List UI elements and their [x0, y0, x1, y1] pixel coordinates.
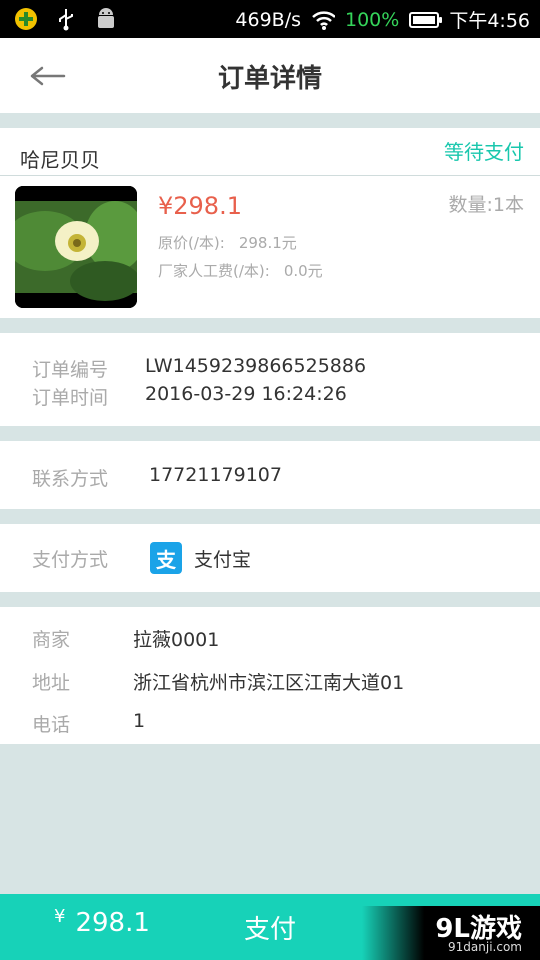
battery-percent: 100%	[345, 8, 400, 31]
divider	[0, 175, 540, 176]
order-number-label: 订单编号	[32, 359, 109, 381]
order-item-card: 哈尼贝贝 等待支付 ¥298.1 数量:1本 原价(/本): 298.1元 厂家人…	[0, 128, 540, 318]
merchant-name-value: 拉薇0001	[133, 629, 220, 651]
merchant-address-value: 浙江省杭州市滨江区江南大道01	[133, 672, 405, 694]
contact-label: 联系方式	[32, 468, 109, 490]
contact-card: 联系方式 17721179107	[0, 441, 540, 509]
total-value: 298.1	[75, 908, 150, 938]
currency-symbol: ¥	[54, 906, 66, 927]
order-number-row: 订单编号 LW1459239866525886	[32, 355, 366, 382]
labor-fee-row: 厂家人工费(/本): 0.0元	[158, 260, 323, 281]
order-info-card: 订单编号 LW1459239866525886 订单时间 2016-03-29 …	[0, 333, 540, 426]
pay-button[interactable]: 支付	[200, 894, 340, 960]
order-time-label: 订单时间	[32, 387, 109, 409]
merchant-phone-row: 电话 1	[32, 710, 145, 737]
total-amount: ¥298.1	[54, 906, 150, 938]
item-price: ¥298.1	[158, 192, 242, 220]
usb-icon	[54, 7, 78, 31]
network-speed: 469B/s	[235, 8, 301, 31]
labor-fee-value: 0.0元	[283, 262, 323, 280]
order-time-row: 订单时间 2016-03-29 16:24:26	[32, 383, 347, 410]
header: 订单详情	[0, 38, 540, 113]
order-time-value: 2016-03-29 16:24:26	[145, 383, 347, 405]
original-price-label: 原价(/本):	[158, 234, 225, 252]
order-status: 等待支付	[444, 140, 524, 164]
alipay-icon: 支	[150, 542, 182, 574]
labor-fee-label: 厂家人工费(/本):	[158, 262, 270, 280]
watermark: 9L游戏 91danji.com	[362, 906, 540, 960]
merchant-card: 商家 拉薇0001 地址 浙江省杭州市滨江区江南大道01 电话 1	[0, 607, 540, 744]
order-number-value: LW1459239866525886	[145, 355, 367, 377]
wifi-icon	[311, 8, 335, 32]
merchant-address-row: 地址 浙江省杭州市滨江区江南大道01	[32, 668, 404, 695]
original-price-row: 原价(/本): 298.1元	[158, 232, 297, 253]
clock: 下午4:56	[449, 10, 530, 32]
contact-value: 17721179107	[149, 464, 282, 486]
status-bar: 469B/s 100% 下午4:56	[0, 0, 540, 38]
battery-icon	[409, 11, 443, 28]
shop-name: 哈尼贝贝	[20, 148, 100, 172]
merchant-phone-value: 1	[133, 710, 146, 732]
item-quantity: 数量:1本	[448, 194, 525, 216]
app-notification-icon	[14, 7, 38, 31]
product-thumbnail[interactable]	[15, 186, 137, 308]
android-debug-icon	[94, 7, 118, 31]
merchant-phone-label: 电话	[32, 714, 71, 736]
watermark-url: 91danji.com	[448, 940, 522, 954]
merchant-address-label: 地址	[32, 672, 71, 694]
original-price-value: 298.1元	[238, 234, 297, 252]
payment-label: 支付方式	[32, 548, 109, 571]
contact-row: 联系方式 17721179107	[32, 464, 282, 491]
payment-method-card[interactable]: 支付方式 支 支付宝	[0, 524, 540, 592]
page-title: 订单详情	[217, 64, 322, 94]
payment-row: 支付方式 支 支付宝	[32, 542, 251, 574]
payment-method-value: 支付宝	[194, 548, 252, 571]
merchant-name-label: 商家	[32, 629, 71, 651]
merchant-name-row: 商家 拉薇0001	[32, 625, 219, 652]
